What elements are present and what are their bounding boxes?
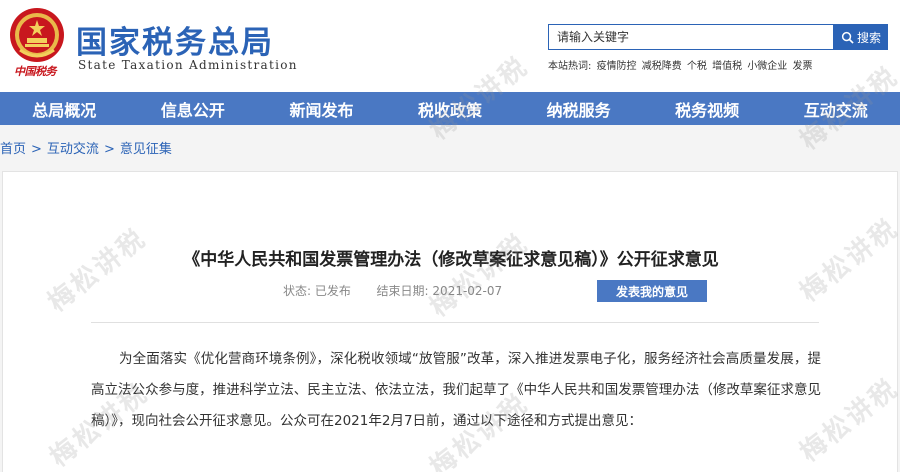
hot-word-link[interactable]: 疫情防控 bbox=[597, 61, 637, 72]
hot-word-link[interactable]: 发票 bbox=[793, 61, 813, 72]
site-header: 中国税务 国家税务总局 State Taxation Administratio… bbox=[0, 0, 900, 92]
search-button[interactable]: 搜索 bbox=[834, 24, 888, 50]
end-date-label: 结束日期: bbox=[376, 284, 429, 298]
site-title-en: State Taxation Administration bbox=[78, 58, 298, 72]
nav-item-taxpayer-service[interactable]: 纳税服务 bbox=[514, 92, 643, 125]
breadcrumb-home[interactable]: 首页 bbox=[0, 142, 26, 157]
end-date-value: 2021-02-07 bbox=[432, 284, 503, 298]
nav-item-news[interactable]: 新闻发布 bbox=[257, 92, 386, 125]
breadcrumb-interaction[interactable]: 互动交流 bbox=[47, 142, 99, 157]
page: 中国税务 国家税务总局 State Taxation Administratio… bbox=[0, 0, 900, 472]
status-value: 已发布 bbox=[314, 284, 351, 298]
breadcrumb: 首页 > 互动交流 > 意见征集 bbox=[0, 138, 172, 157]
hot-word-link[interactable]: 小微企业 bbox=[747, 61, 787, 72]
divider bbox=[91, 322, 819, 323]
search-icon bbox=[841, 31, 854, 44]
hot-words: 本站热词: 疫情防控 减税降费 个税 增值税 小微企业 发票 bbox=[548, 57, 815, 72]
article-meta: 状态: 已发布 结束日期: 2021-02-07 bbox=[283, 282, 502, 299]
nav-item-tax-policy[interactable]: 税收政策 bbox=[386, 92, 515, 125]
nav-item-tax-video[interactable]: 税务视频 bbox=[643, 92, 772, 125]
nav-item-overview[interactable]: 总局概况 bbox=[0, 92, 129, 125]
submit-comment-button[interactable]: 发表我的意见 bbox=[597, 280, 707, 302]
nav-item-interaction[interactable]: 互动交流 bbox=[771, 92, 900, 125]
article-body: 为全面落实《优化营商环境条例》，深化税收领域“放管服”改革，深入推进发票电子化，… bbox=[91, 351, 821, 429]
nav-item-info-disclosure[interactable]: 信息公开 bbox=[129, 92, 258, 125]
breadcrumb-consultation[interactable]: 意见征集 bbox=[120, 142, 172, 157]
site-title[interactable]: 国家税务总局 bbox=[76, 17, 274, 62]
search-input[interactable] bbox=[548, 24, 834, 50]
china-tax-mark: 中国税务 bbox=[14, 65, 57, 78]
status-label: 状态: bbox=[283, 284, 312, 298]
hot-words-label: 本站热词: bbox=[548, 61, 592, 72]
hot-word-link[interactable]: 增值税 bbox=[712, 61, 742, 72]
search-bar: 搜索 bbox=[548, 24, 888, 50]
article-title: 《中华人民共和国发票管理办法（修改草案征求意见稿）》公开征求意见 bbox=[183, 250, 719, 270]
hot-word-link[interactable]: 个税 bbox=[687, 61, 707, 72]
national-emblem-icon bbox=[10, 8, 64, 62]
main-nav: 总局概况 信息公开 新闻发布 税收政策 纳税服务 税务视频 互动交流 bbox=[0, 92, 900, 125]
breadcrumb-separator: > bbox=[103, 142, 115, 157]
search-button-label: 搜索 bbox=[856, 30, 881, 45]
hot-word-link[interactable]: 减税降费 bbox=[642, 61, 682, 72]
content-panel: 《中华人民共和国发票管理办法（修改草案征求意见稿）》公开征求意见 状态: 已发布… bbox=[2, 171, 898, 472]
breadcrumb-separator: > bbox=[31, 142, 42, 157]
